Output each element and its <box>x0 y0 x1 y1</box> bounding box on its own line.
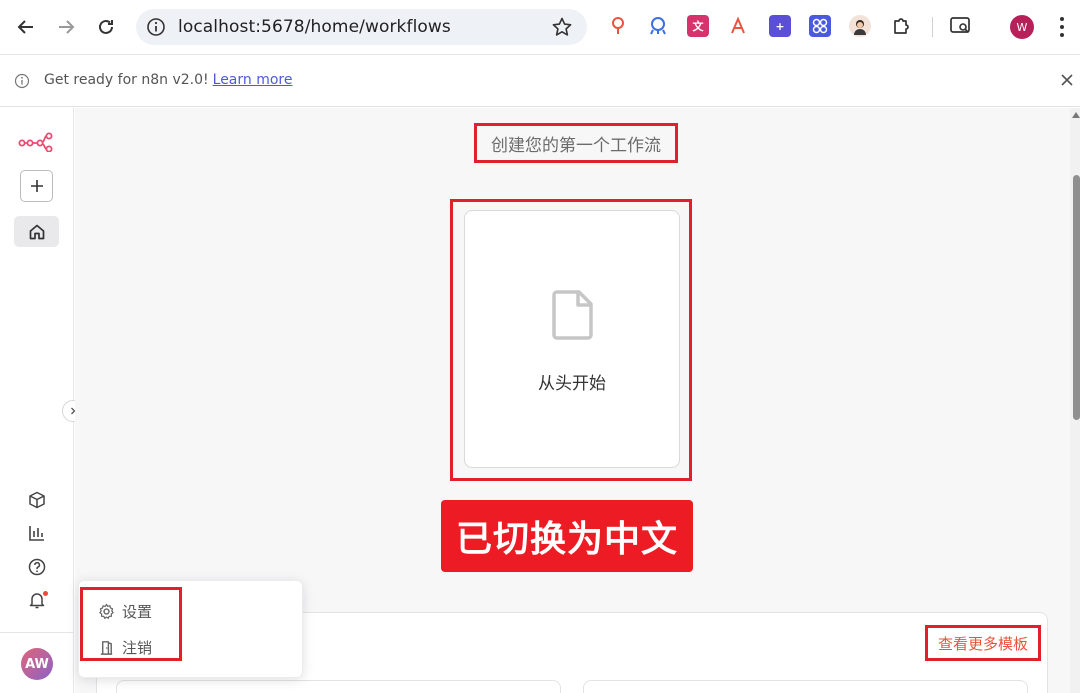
extension-ai-icon[interactable] <box>727 15 749 37</box>
more-templates-annotation-box: 查看更多模板 <box>925 625 1041 661</box>
menu-item-logout[interactable]: 注销 <box>98 636 152 658</box>
template-card[interactable] <box>583 680 1028 693</box>
browser-menu-icon[interactable] <box>1054 15 1070 39</box>
template-card[interactable] <box>116 680 561 693</box>
logout-door-icon <box>100 640 113 655</box>
page-title: 创建您的第一个工作流 <box>491 135 661 156</box>
sidebar-item-insights[interactable] <box>27 523 47 543</box>
extension-grid-icon[interactable] <box>809 15 831 37</box>
profile-avatar[interactable]: W <box>1010 15 1034 39</box>
card-label: 从头开始 <box>538 374 606 394</box>
forward-button[interactable] <box>52 13 80 41</box>
bookmark-star-icon[interactable] <box>551 16 573 38</box>
reload-button[interactable] <box>92 13 120 41</box>
menu-item-label: 注销 <box>122 638 153 657</box>
sidebar: AW <box>0 108 84 693</box>
scroll-up-arrow-icon[interactable] <box>1072 112 1080 118</box>
close-icon[interactable] <box>1060 73 1074 87</box>
more-templates-link[interactable]: 查看更多模板 <box>938 633 1028 654</box>
banner-text: Get ready for n8n v2.0! Learn more <box>44 72 292 88</box>
overlay-annotation-label: 已切换为中文 <box>441 500 693 572</box>
start-from-scratch-card[interactable]: 从头开始 <box>464 210 680 468</box>
extension-translate-icon[interactable]: 文 <box>687 15 709 37</box>
sidebar-item-help[interactable] <box>27 557 47 577</box>
address-bar[interactable]: localhost:5678/home/workflows <box>136 9 587 45</box>
url-text[interactable]: localhost:5678/home/workflows <box>178 17 451 37</box>
learn-more-link[interactable]: Learn more <box>213 72 293 88</box>
add-button[interactable] <box>20 170 53 202</box>
extension-octopus-icon[interactable] <box>647 15 669 37</box>
notification-dot <box>43 591 48 596</box>
heading-annotation-box: 创建您的第一个工作流 <box>474 123 678 163</box>
sidebar-item-notifications[interactable] <box>27 590 48 610</box>
toolbar-divider <box>932 17 933 37</box>
bar-chart-icon <box>29 526 44 541</box>
extension-pin-icon[interactable] <box>607 15 629 37</box>
file-icon <box>552 290 593 340</box>
menu-item-label: 设置 <box>122 602 153 621</box>
scrollbar-thumb[interactable] <box>1073 175 1080 420</box>
info-icon <box>14 73 30 89</box>
banner-message: Get ready for n8n v2.0! <box>44 72 209 88</box>
extensions-puzzle-icon[interactable] <box>890 15 912 37</box>
arrow-left-icon <box>17 20 33 34</box>
sidebar-divider <box>0 632 74 633</box>
home-icon <box>29 224 44 239</box>
plus-icon <box>30 180 43 192</box>
menu-item-settings[interactable]: 设置 <box>98 600 152 622</box>
gear-icon <box>99 603 114 619</box>
extension-avatar-icon[interactable] <box>849 15 871 37</box>
box-icon <box>29 491 45 509</box>
notice-banner: Get ready for n8n v2.0! Learn more <box>0 54 1080 107</box>
back-button[interactable] <box>12 13 40 41</box>
reload-icon <box>99 19 113 34</box>
n8n-logo-icon[interactable] <box>18 132 54 152</box>
sidebar-item-home[interactable] <box>14 216 59 247</box>
arrow-right-icon <box>59 20 75 34</box>
tab-search-icon[interactable] <box>950 15 972 37</box>
sidebar-item-templates[interactable] <box>27 490 47 510</box>
user-avatar[interactable]: AW <box>21 648 53 680</box>
site-info-icon[interactable] <box>146 17 166 37</box>
browser-toolbar: localhost:5678/home/workflows 文 + W <box>0 0 1080 54</box>
help-circle-icon <box>28 558 46 576</box>
extension-plus-icon[interactable]: + <box>769 15 791 37</box>
